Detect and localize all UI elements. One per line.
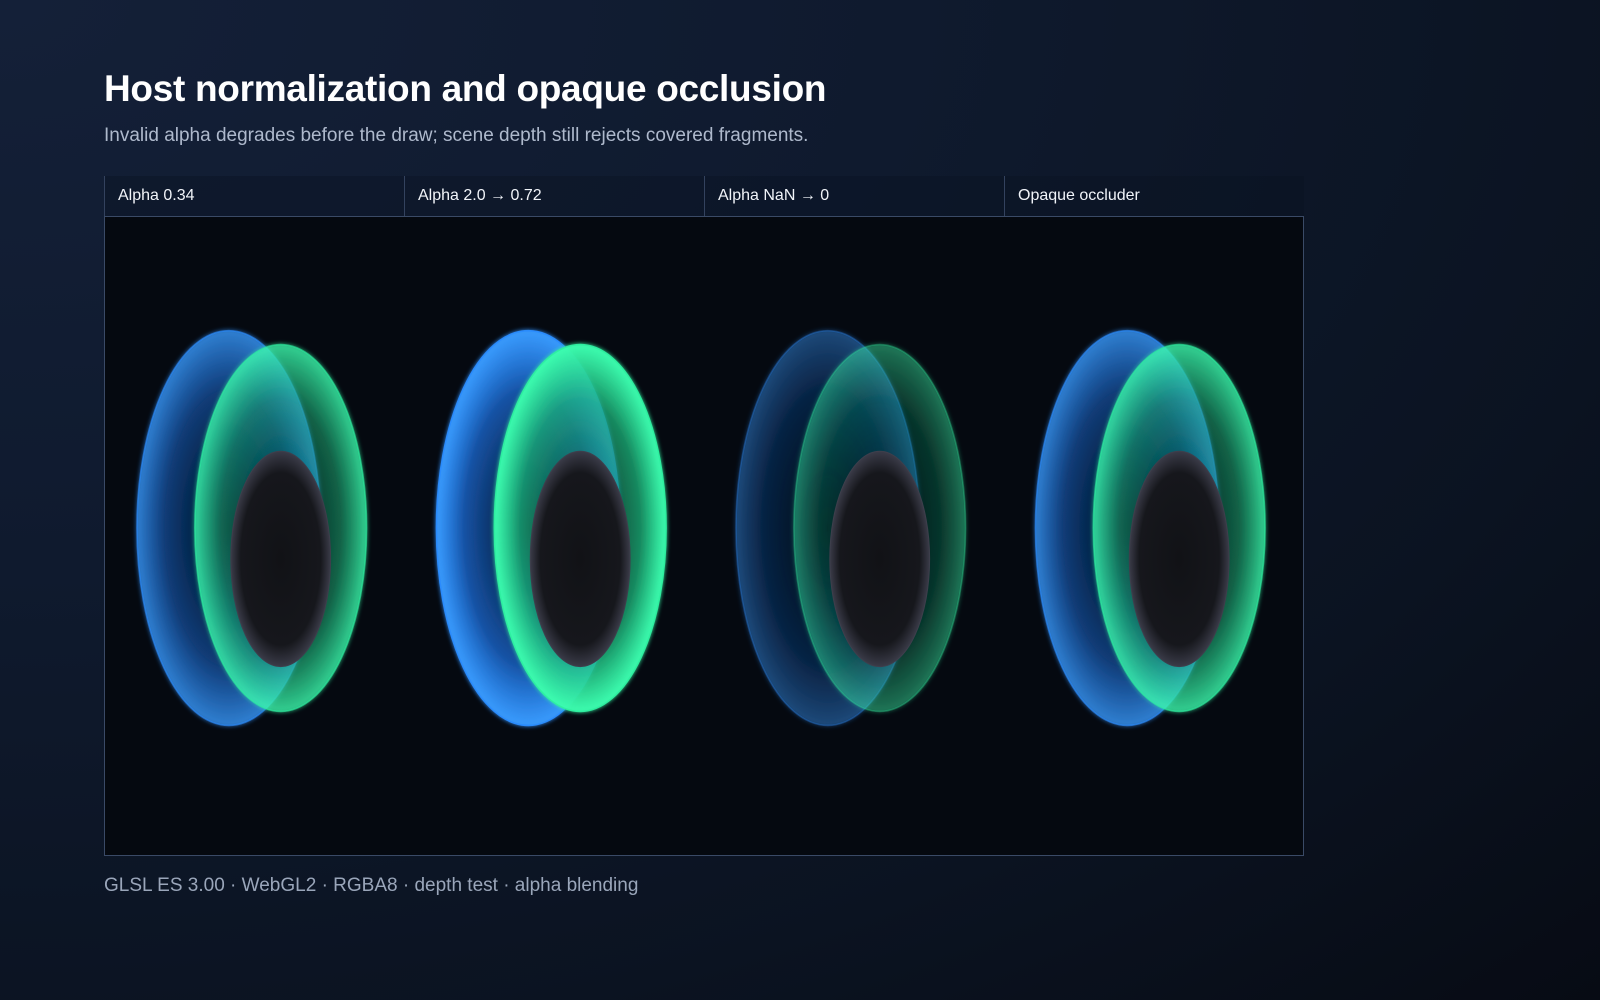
panel-1: [136, 329, 368, 727]
render-canvas[interactable]: [104, 216, 1304, 856]
footer-tech-info: GLSL ES 3.00 · WebGL2 · RGBA8 · depth te…: [104, 875, 639, 896]
panel-label-alpha-2-clamped[interactable]: Alpha 2.0 → 0.72: [404, 176, 704, 216]
page-title: Host normalization and opaque occlusion: [104, 68, 827, 109]
panel-3: [735, 329, 967, 727]
panel-2: [435, 329, 667, 727]
opaque-core-ellipsoid: [829, 450, 931, 668]
opaque-core-ellipsoid: [230, 450, 332, 668]
page-subtitle: Invalid alpha degrades before the draw; …: [104, 125, 809, 146]
panel-label-opaque-occluder[interactable]: Opaque occluder: [1004, 176, 1304, 216]
render-scene: [136, 329, 1266, 727]
panel-label-alpha-nan[interactable]: Alpha NaN → 0: [704, 176, 1004, 216]
panel-label-alpha-034[interactable]: Alpha 0.34: [104, 176, 404, 216]
panel-label-bar: Alpha 0.34 Alpha 2.0 → 0.72 Alpha NaN → …: [104, 176, 1304, 216]
opaque-core-ellipsoid: [529, 450, 631, 668]
panel-4: [1034, 329, 1266, 727]
opaque-core-ellipsoid: [1128, 450, 1230, 668]
